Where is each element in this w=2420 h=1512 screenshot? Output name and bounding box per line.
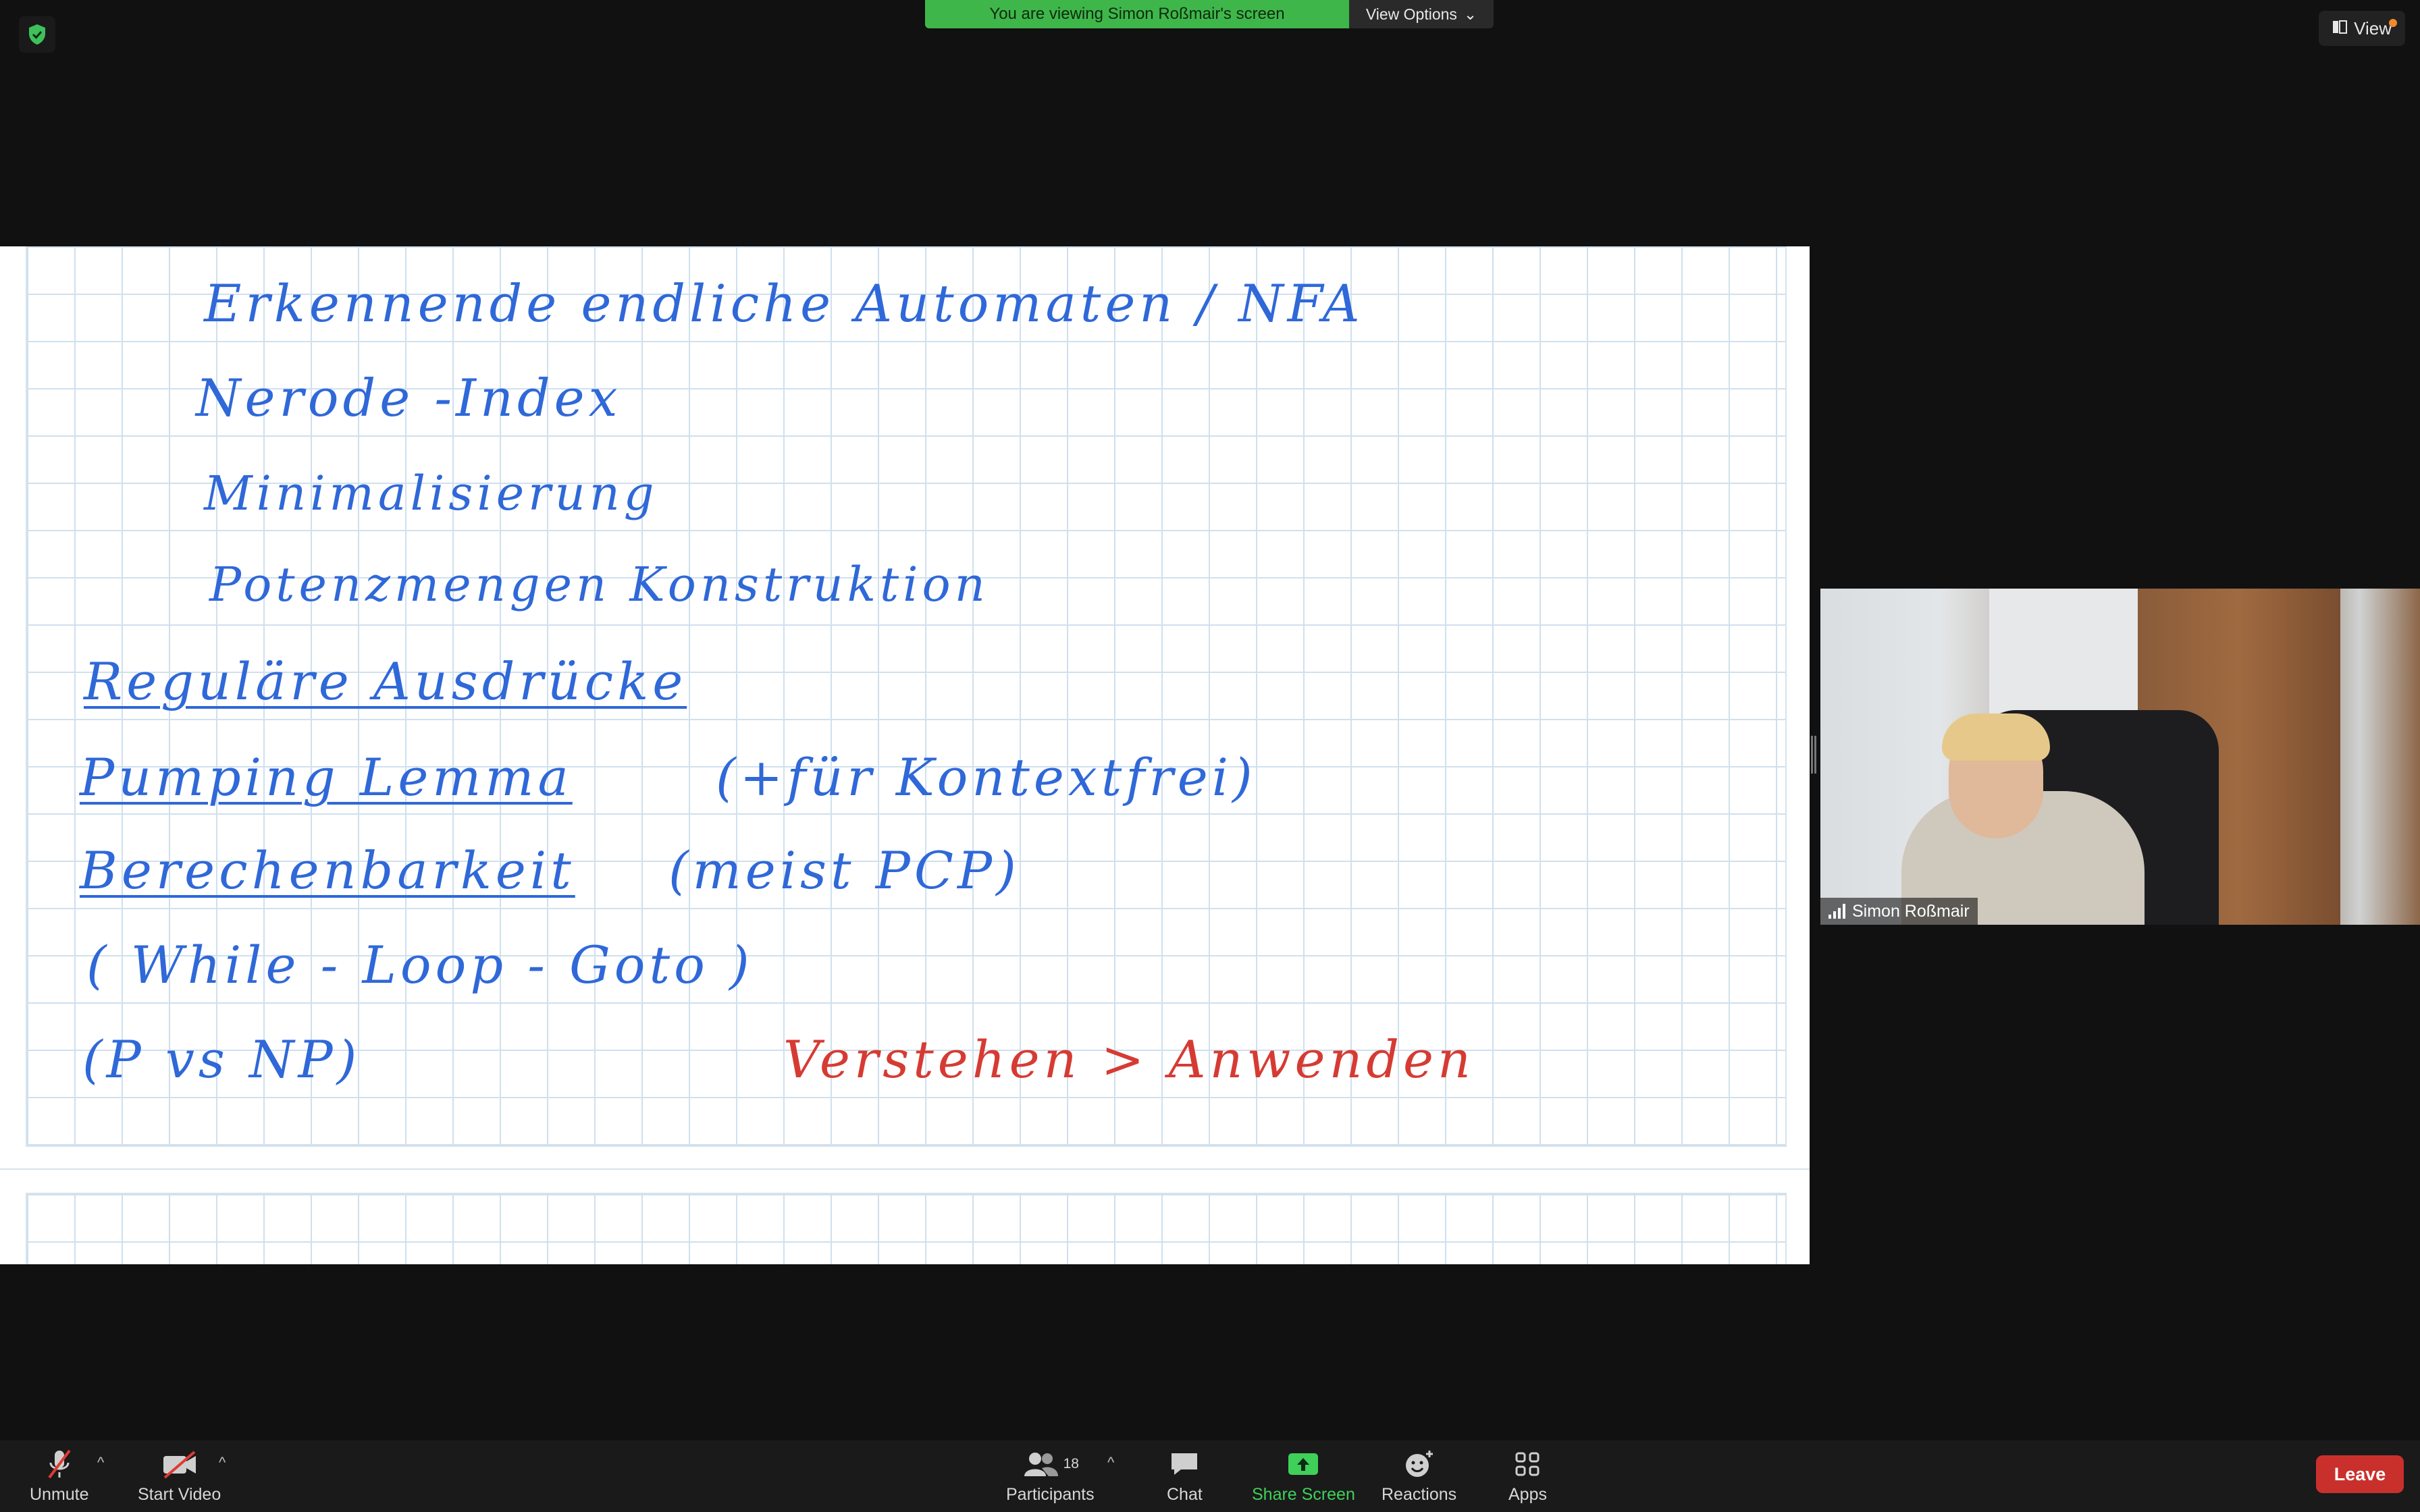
note-line: (+für Kontextfrei): [716, 747, 1257, 807]
note-line: Nerode -Index: [196, 368, 622, 428]
view-options-label: View Options: [1365, 5, 1457, 23]
view-label: View: [2354, 18, 2392, 38]
note-line: (meist PCP): [668, 840, 1020, 900]
chat-label: Chat: [1167, 1485, 1203, 1504]
share-screen-label: Share Screen: [1252, 1485, 1355, 1504]
microphone-muted-icon: [46, 1447, 73, 1481]
resize-handle[interactable]: [1811, 736, 1816, 774]
participants-caret-icon[interactable]: ^: [1107, 1454, 1114, 1472]
notes-page: Erkennende endliche Automaten / NFA Nero…: [26, 246, 1787, 1147]
apps-icon: [1514, 1447, 1541, 1481]
reactions-icon: [1404, 1447, 1435, 1481]
note-line: Erkennende endliche Automaten / NFA: [204, 273, 1364, 333]
signal-strength-icon: [1829, 904, 1845, 919]
chat-button[interactable]: Chat: [1167, 1447, 1203, 1505]
view-layout-icon: [2332, 18, 2348, 39]
shared-screen: Erkennende endliche Automaten / NFA Nero…: [0, 246, 1810, 1264]
note-line: (P vs NP): [82, 1029, 361, 1089]
note-line: Minimalisierung: [204, 466, 658, 521]
start-video-label: Start Video: [138, 1485, 221, 1504]
apps-button[interactable]: Apps: [1508, 1447, 1547, 1505]
screen-share-banner: You are viewing Simon Roßmair's screen: [925, 0, 1349, 28]
note-line: Reguläre Ausdrücke: [84, 651, 687, 711]
participants-button[interactable]: 18 Participants: [1006, 1447, 1095, 1505]
reactions-button[interactable]: Reactions: [1382, 1447, 1456, 1505]
share-screen-button[interactable]: Share Screen: [1252, 1447, 1355, 1505]
camera-off-icon: [161, 1447, 199, 1481]
audio-options-caret-icon[interactable]: ^: [97, 1454, 104, 1472]
view-options-button[interactable]: View Options ⌄: [1349, 0, 1494, 28]
chat-icon: [1169, 1447, 1200, 1481]
participants-icon: 18: [1022, 1447, 1079, 1481]
note-line-highlight: Verstehen > Anwenden: [783, 1029, 1475, 1089]
meeting-toolbar: Unmute ^ Start Video ^ 18 Participants ^…: [0, 1440, 2420, 1512]
unmute-label: Unmute: [30, 1485, 89, 1504]
participant-nametag: Simon Roßmair: [1820, 898, 1978, 925]
note-line: Potenzmengen Konstruktion: [209, 557, 989, 612]
notification-dot: [2389, 19, 2397, 27]
leave-button[interactable]: Leave: [2316, 1455, 2404, 1493]
note-line: Berechenbarkeit: [80, 840, 575, 900]
page-separator: [0, 1168, 1810, 1170]
participants-count: 18: [1063, 1456, 1079, 1472]
notes-page-next: [26, 1193, 1787, 1264]
note-line: Pumping Lemma: [80, 747, 573, 807]
security-shield-icon[interactable]: [19, 16, 55, 53]
reactions-label: Reactions: [1382, 1485, 1457, 1504]
participants-label: Participants: [1006, 1485, 1095, 1504]
start-video-button[interactable]: Start Video: [138, 1447, 221, 1505]
participant-name: Simon Roßmair: [1852, 901, 1970, 921]
apps-label: Apps: [1508, 1485, 1547, 1504]
share-screen-icon: [1286, 1447, 1320, 1481]
unmute-button[interactable]: Unmute: [30, 1447, 89, 1505]
video-options-caret-icon[interactable]: ^: [219, 1454, 226, 1472]
chevron-down-icon: ⌄: [1463, 5, 1477, 23]
video-person: [1942, 713, 2050, 761]
note-line: ( While - Loop - Goto ): [86, 935, 754, 995]
view-button[interactable]: View: [2319, 11, 2405, 46]
participant-video[interactable]: Simon Roßmair: [1820, 589, 2420, 925]
